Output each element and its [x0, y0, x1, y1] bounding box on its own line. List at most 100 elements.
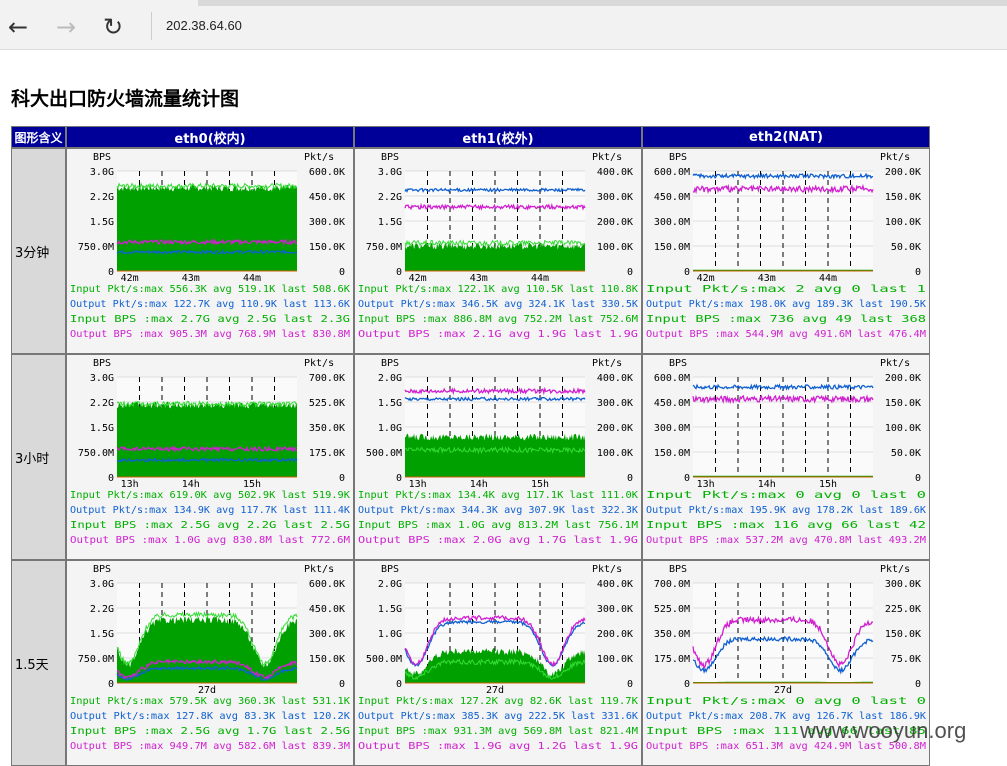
graph-eth1-3hour: BPSPkt/s00500.0M100.0K1.0G200.0K1.5G300.…	[355, 355, 641, 559]
y-left-tick: 750.0M	[366, 242, 402, 253]
y-right-tick: 400.0K	[597, 167, 633, 178]
y-right-tick: 400.0K	[597, 373, 633, 384]
row-label-3hour: 3小时	[11, 354, 66, 560]
y-right-label: Pkt/s	[592, 358, 622, 369]
legend-row: Output Pkt/s:max 134.9K avg 117.7K last …	[70, 505, 350, 516]
y-right-tick: 0	[627, 473, 633, 484]
legend-row: Input Pkt/s:max 556.3K avg 519.1K last 5…	[70, 284, 350, 295]
x-tick: 15h	[819, 479, 837, 490]
y-right-label: Pkt/s	[880, 358, 910, 369]
y-right-label: Pkt/s	[880, 152, 910, 163]
x-tick: 13h	[409, 479, 427, 490]
y-left-tick: 3.0G	[90, 579, 114, 590]
arrow-right-icon: →	[56, 13, 76, 41]
y-left-tick: 450.0M	[654, 398, 690, 409]
y-right-tick: 150.0K	[885, 398, 921, 409]
y-left-tick: 3.0G	[90, 373, 114, 384]
legend-row: Input Pkt/s:max 134.4K avg 117.1K last 1…	[358, 490, 638, 501]
y-right-tick: 0	[339, 267, 345, 278]
y-left-tick: 0	[684, 679, 690, 690]
graph-cell: BPSPkt/s00750.0M100.0K1.5G200.0K2.2G300.…	[354, 148, 642, 354]
legend-row: Output BPS :max 2.1G avg 1.9G last 1.9G	[358, 329, 638, 340]
corner-header: 图形含义	[11, 126, 66, 148]
y-right-tick: 300.0K	[885, 579, 921, 590]
y-left-tick: 0	[396, 473, 402, 484]
y-right-tick: 75.0K	[891, 654, 921, 665]
y-right-tick: 0	[339, 473, 345, 484]
y-right-tick: 400.0K	[597, 579, 633, 590]
y-right-tick: 200.0K	[597, 629, 633, 640]
x-tick: 27d	[774, 685, 792, 696]
row-label-3min: 3分钟	[11, 148, 66, 354]
y-right-tick: 0	[627, 679, 633, 690]
x-tick: 27d	[486, 685, 504, 696]
y-left-label: BPS	[381, 564, 399, 575]
y-left-label: BPS	[381, 152, 399, 163]
watermark: www.wooyun.org	[800, 718, 966, 744]
legend-row: Output Pkt/s:max 344.3K avg 307.9K last …	[358, 505, 638, 516]
y-left-tick: 750.0M	[78, 654, 114, 665]
x-tick: 14h	[758, 479, 776, 490]
legend-row: Output Pkt/s:max 198.0K avg 189.3K last …	[646, 299, 926, 310]
legend-row: Input BPS :max 116 avg 66 last 42	[646, 520, 926, 531]
x-tick: 42m	[697, 273, 715, 284]
y-left-tick: 2.0G	[378, 579, 402, 590]
y-right-tick: 100.0K	[885, 423, 921, 434]
y-left-tick: 500.0M	[366, 654, 402, 665]
y-right-tick: 200.0K	[597, 217, 633, 228]
y-right-tick: 300.0K	[597, 192, 633, 203]
graph-cell: BPSPkt/s00500.0M100.0K1.0G200.0K1.5G300.…	[354, 560, 642, 766]
y-right-tick: 525.0K	[309, 398, 345, 409]
y-right-tick: 300.0K	[597, 398, 633, 409]
y-left-tick: 750.0M	[78, 242, 114, 253]
y-left-tick: 1.5G	[378, 398, 402, 409]
graph-eth0-3hour: BPSPkt/s00750.0M175.0K1.5G350.0K2.2G525.…	[67, 355, 353, 559]
y-right-tick: 0	[339, 679, 345, 690]
y-right-tick: 300.0K	[597, 604, 633, 615]
series-input-bps-area	[117, 402, 297, 478]
y-left-tick: 1.5G	[378, 217, 402, 228]
legend-row: Output BPS :max 905.3M avg 768.9M last 8…	[70, 329, 350, 340]
y-right-tick: 300.0K	[309, 629, 345, 640]
y-right-tick: 600.0K	[309, 579, 345, 590]
y-right-tick: 0	[915, 267, 921, 278]
legend-row: Output Pkt/s:max 346.5K avg 324.1K last …	[358, 299, 638, 310]
tab-strip	[198, 0, 1007, 6]
address-bar[interactable]: 202.38.64.60	[166, 18, 242, 33]
graph-cell: BPSPkt/s00150.0M50.0K300.0M100.0K450.0M1…	[642, 354, 930, 560]
x-tick: 13h	[121, 479, 139, 490]
y-right-tick: 225.0K	[885, 604, 921, 615]
y-left-tick: 3.0G	[378, 167, 402, 178]
graph-eth2-3hour: BPSPkt/s00150.0M50.0K300.0M100.0K450.0M1…	[643, 355, 929, 559]
legend-row: Input BPS :max 931.3M avg 569.8M last 82…	[358, 726, 638, 737]
back-button[interactable]: ←	[5, 14, 31, 40]
browser-toolbar: ← → ↻ 202.38.64.60	[0, 0, 1007, 50]
y-left-label: BPS	[93, 152, 111, 163]
y-right-tick: 200.0K	[885, 167, 921, 178]
y-right-tick: 150.0K	[885, 192, 921, 203]
y-left-label: BPS	[669, 564, 687, 575]
y-left-tick: 750.0M	[78, 448, 114, 459]
reload-button[interactable]: ↻	[100, 14, 126, 40]
legend-row: Input BPS :max 2.5G avg 2.2G last 2.5G	[70, 520, 350, 531]
legend-row: Output BPS :max 544.9M avg 491.6M last 4…	[646, 329, 926, 340]
forward-button[interactable]: →	[53, 14, 79, 40]
y-right-tick: 0	[915, 473, 921, 484]
x-tick: 43m	[470, 273, 488, 284]
legend-row: Input BPS :max 736 avg 49 last 368	[646, 314, 926, 325]
y-right-tick: 700.0K	[309, 373, 345, 384]
x-tick: 27d	[198, 685, 216, 696]
y-left-label: BPS	[669, 152, 687, 163]
legend-row: Input Pkt/s:max 579.5K avg 360.3K last 5…	[70, 696, 350, 707]
y-right-label: Pkt/s	[304, 152, 334, 163]
y-left-label: BPS	[93, 358, 111, 369]
y-left-tick: 1.5G	[378, 604, 402, 615]
x-tick: 15h	[243, 479, 261, 490]
col-header-eth1: eth1(校外)	[354, 126, 642, 148]
y-left-tick: 2.2G	[90, 398, 114, 409]
legend-row: Output BPS :max 2.0G avg 1.7G last 1.9G	[358, 535, 638, 546]
y-right-tick: 100.0K	[597, 654, 633, 665]
series-input-bps-area	[117, 185, 297, 271]
y-left-tick: 1.0G	[378, 423, 402, 434]
y-right-tick: 200.0K	[885, 373, 921, 384]
